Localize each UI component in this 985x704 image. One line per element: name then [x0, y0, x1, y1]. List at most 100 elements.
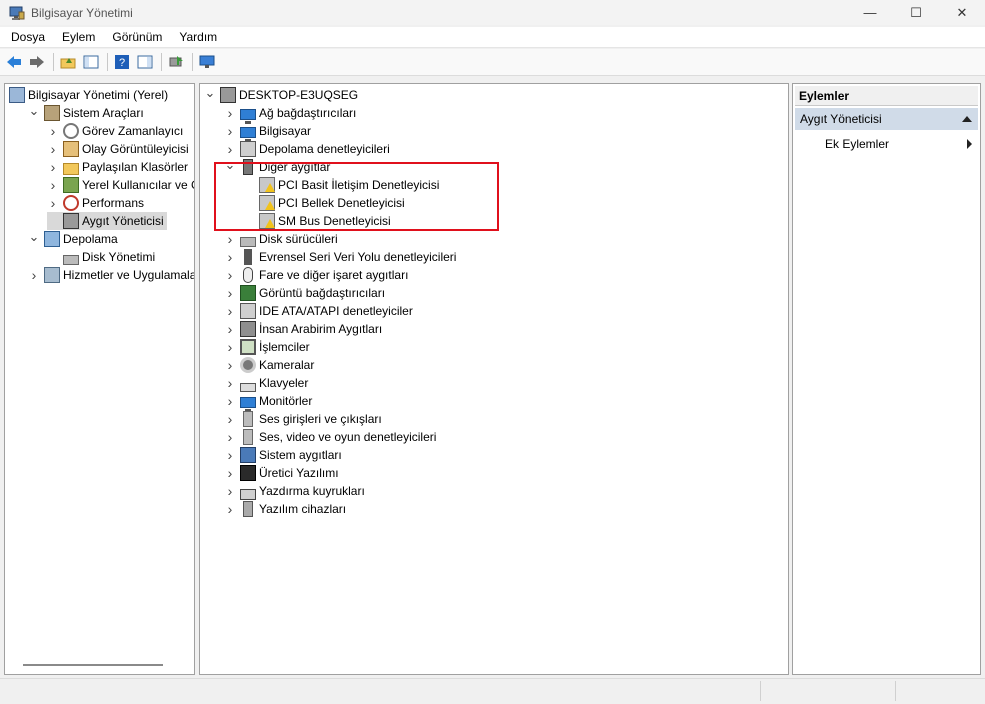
tree-item-storage[interactable]: ⌄ Depolama — [28, 229, 118, 248]
chevron-right-icon[interactable]: › — [47, 177, 59, 193]
tree-item-task-scheduler[interactable]: › Görev Zamanlayıcı — [47, 122, 183, 140]
highlight-box — [214, 162, 499, 231]
device-category[interactable]: › Bilgisayar — [224, 122, 312, 142]
show-hide-action-pane-icon[interactable] — [136, 53, 154, 71]
more-actions-item[interactable]: Ek Eylemler — [795, 134, 978, 154]
svg-text:?: ? — [119, 57, 125, 69]
back-arrow-icon[interactable] — [5, 53, 23, 71]
chevron-right-icon[interactable]: › — [47, 141, 59, 157]
chevron-right-icon[interactable]: › — [224, 375, 236, 391]
device-category[interactable]: › Ses girişleri ve çıkışları — [224, 410, 382, 428]
chevron-right-icon[interactable]: › — [224, 105, 236, 121]
chevron-right-icon[interactable]: › — [224, 357, 236, 373]
chevron-right-icon[interactable]: › — [224, 483, 236, 499]
chevron-down-icon[interactable]: ⌄ — [28, 229, 40, 244]
tree-item-local-users[interactable]: › Yerel Kullanıcılar ve Gru — [47, 176, 194, 194]
chevron-right-icon[interactable]: › — [224, 249, 236, 265]
chevron-down-icon[interactable]: ⌄ — [204, 85, 216, 100]
device-category-label: Üretici Yazılımı — [259, 466, 339, 480]
show-hide-console-tree-icon[interactable] — [82, 53, 100, 71]
chevron-right-icon[interactable]: › — [224, 465, 236, 481]
device-category[interactable]: › Evrensel Seri Veri Yolu denetleyicileri — [224, 248, 456, 266]
device-category[interactable]: › Yazılım cihazları — [224, 500, 346, 518]
tree-item-system-tools[interactable]: ⌄ Sistem Araçları — [28, 103, 144, 122]
device-category[interactable]: › Yazdırma kuyrukları — [224, 482, 365, 500]
device-category[interactable]: › Ses, video ve oyun denetleyicileri — [224, 428, 436, 446]
device-category[interactable]: › Üretici Yazılımı — [224, 464, 339, 482]
toolbar-separator — [192, 53, 193, 71]
tree-item-event-viewer[interactable]: › Olay Görüntüleyicisi — [47, 140, 189, 158]
chevron-right-icon[interactable]: › — [224, 267, 236, 283]
device-category-label: Evrensel Seri Veri Yolu denetleyicileri — [259, 250, 457, 264]
tree-item-services[interactable]: › Hizmetler ve Uygulamalar — [28, 266, 194, 284]
device-category[interactable]: › Disk sürücüleri — [224, 230, 338, 248]
device-category[interactable]: › Klavyeler — [224, 374, 308, 392]
computer-icon — [240, 126, 256, 142]
device-tree-root[interactable]: ⌄ DESKTOP-E3UQSEG — [204, 85, 358, 104]
chevron-right-icon[interactable]: › — [224, 501, 236, 517]
actions-section-device-manager[interactable]: Aygıt Yöneticisi — [795, 108, 978, 130]
device-category-label: İşlemciler — [259, 340, 310, 354]
device-category[interactable]: › Monitörler — [224, 392, 312, 412]
chevron-down-icon[interactable]: ⌄ — [28, 103, 40, 118]
status-segment — [895, 681, 896, 701]
chevron-right-icon[interactable]: › — [224, 411, 236, 427]
chevron-right-icon[interactable]: › — [224, 429, 236, 445]
menu-help[interactable]: Yardım — [173, 30, 223, 44]
performance-icon — [63, 195, 79, 211]
tree-item-disk-management[interactable]: Disk Yönetimi — [47, 248, 155, 266]
tree-item-performance[interactable]: › Performans — [47, 194, 144, 212]
tree-item-label: Yerel Kullanıcılar ve Gru — [82, 178, 194, 192]
tree-item-device-manager[interactable]: Aygıt Yöneticisi — [47, 212, 167, 230]
chevron-right-icon[interactable]: › — [224, 303, 236, 319]
device-category[interactable]: › İnsan Arabirim Aygıtları — [224, 320, 382, 338]
chevron-right-icon[interactable]: › — [224, 393, 236, 409]
chevron-right-icon[interactable]: › — [47, 159, 59, 175]
services-icon — [44, 267, 60, 283]
tree-item-label: Aygıt Yöneticisi — [82, 214, 164, 228]
device-category[interactable]: › IDE ATA/ATAPI denetleyiciler — [224, 302, 413, 320]
chevron-right-icon[interactable]: › — [224, 231, 236, 247]
minimize-button[interactable]: — — [847, 0, 893, 25]
device-category-label: Depolama denetleyicileri — [259, 142, 390, 156]
close-button[interactable]: ✕ — [939, 0, 985, 25]
device-category[interactable]: › Fare ve diğer işaret aygıtları — [224, 266, 408, 284]
device-category-label: Bilgisayar — [259, 124, 312, 138]
device-category-label: Klavyeler — [259, 376, 309, 390]
tree-item-computer-management[interactable]: Bilgisayar Yönetimi (Yerel) — [9, 86, 168, 104]
tree-item-label: Paylaşılan Klasörler — [82, 160, 189, 174]
collapse-arrow-icon[interactable] — [962, 116, 972, 122]
device-category[interactable]: › Ağ bağdaştırıcıları — [224, 104, 356, 124]
usb-icon — [244, 249, 252, 265]
device-category[interactable]: › İşlemciler — [224, 338, 310, 356]
disk-management-icon — [63, 255, 79, 265]
chevron-right-icon[interactable]: › — [224, 141, 236, 157]
chevron-right-icon[interactable]: › — [224, 447, 236, 463]
help-icon[interactable]: ? — [113, 53, 131, 71]
camera-icon — [240, 357, 256, 373]
up-folder-icon[interactable] — [59, 53, 77, 71]
device-category[interactable]: › Depolama denetleyicileri — [224, 140, 390, 158]
device-category[interactable]: › Kameralar — [224, 356, 314, 374]
chevron-right-icon[interactable]: › — [28, 267, 40, 283]
chevron-right-icon[interactable]: › — [224, 339, 236, 355]
forward-arrow-icon[interactable] — [28, 53, 46, 71]
chevron-right-icon[interactable]: › — [224, 285, 236, 301]
menu-view[interactable]: Görünüm — [106, 30, 168, 44]
horizontal-scrollbar[interactable] — [23, 664, 163, 666]
chevron-right-icon[interactable]: › — [224, 123, 236, 139]
chevron-right-icon[interactable]: › — [47, 195, 59, 211]
scan-hardware-icon[interactable] — [198, 53, 216, 71]
menu-action[interactable]: Eylem — [56, 30, 101, 44]
window-title: Bilgisayar Yönetimi — [31, 5, 133, 20]
device-category[interactable]: › Görüntü bağdaştırıcıları — [224, 284, 385, 302]
tree-item-shared-folders[interactable]: › Paylaşılan Klasörler — [47, 158, 188, 176]
chevron-right-icon[interactable]: › — [224, 321, 236, 337]
chevron-right-icon[interactable]: › — [47, 123, 59, 139]
menu-file[interactable]: Dosya — [5, 30, 51, 44]
system-devices-icon — [240, 447, 256, 463]
device-category-label: Görüntü bağdaştırıcıları — [259, 286, 386, 300]
update-driver-icon[interactable] — [167, 53, 185, 71]
maximize-button[interactable]: ☐ — [893, 0, 939, 25]
device-category[interactable]: › Sistem aygıtları — [224, 446, 342, 464]
